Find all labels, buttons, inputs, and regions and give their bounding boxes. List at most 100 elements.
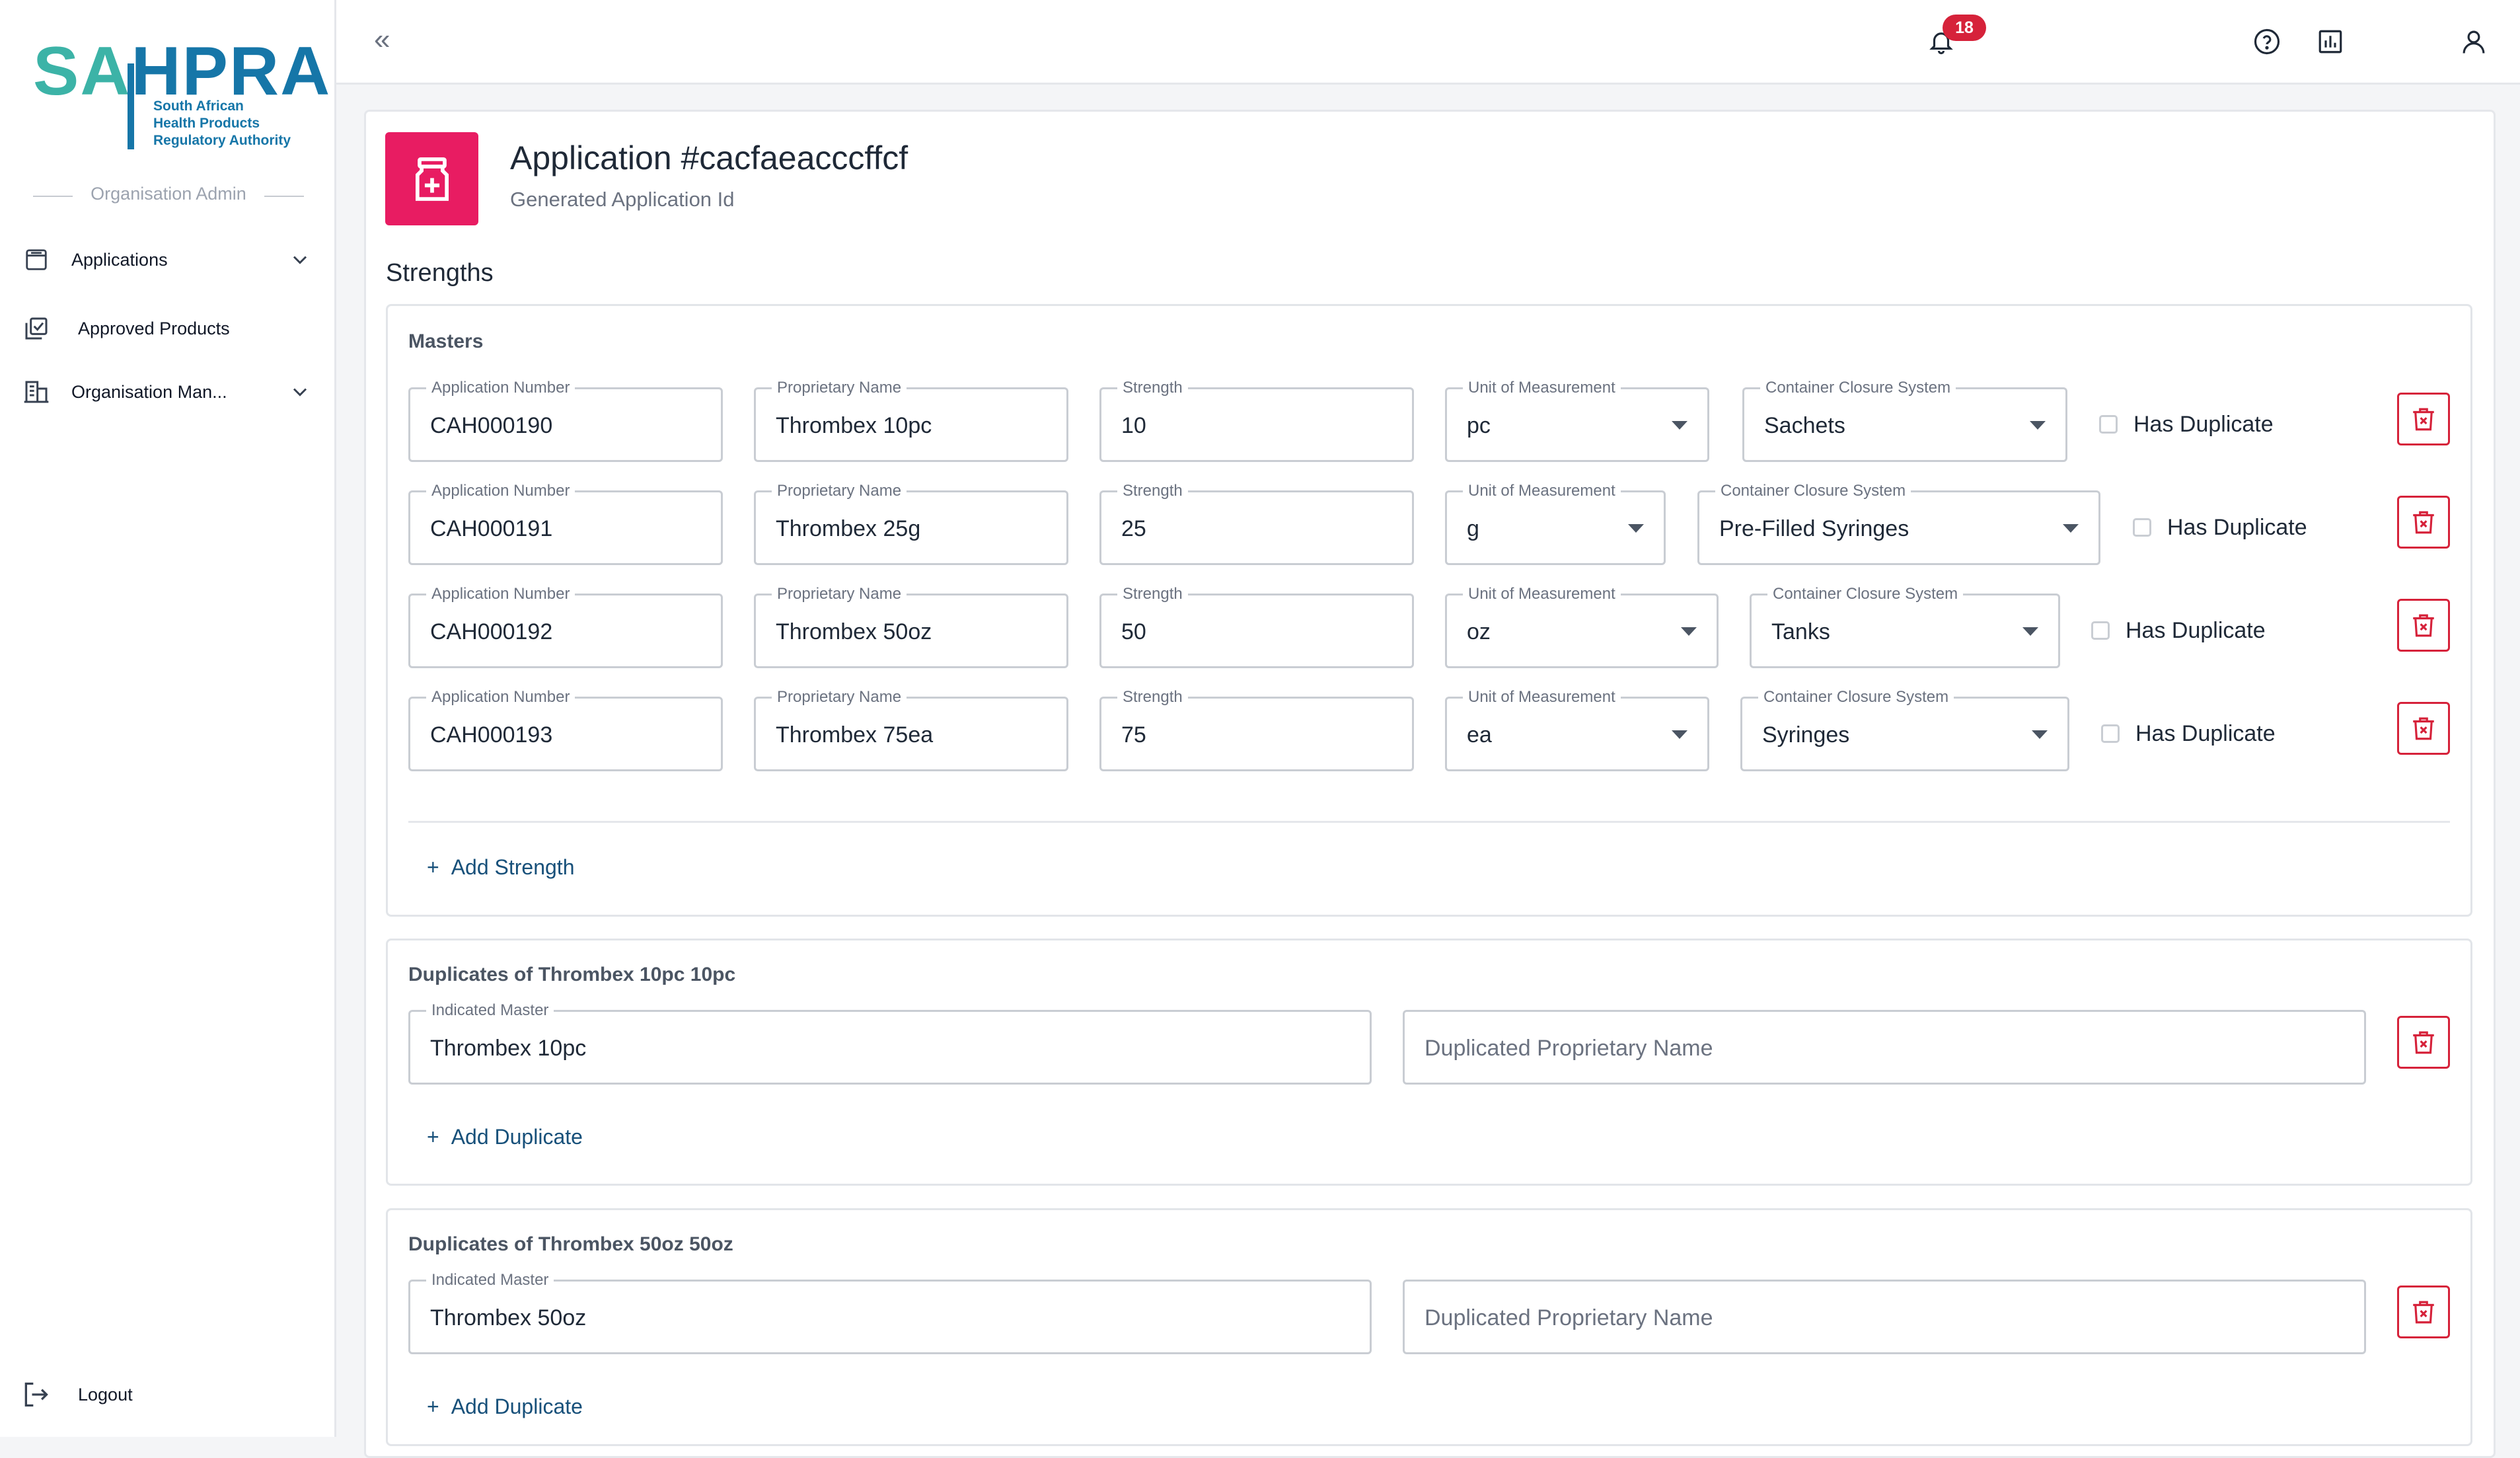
- field-label: Container Closure System: [1767, 584, 1964, 604]
- add-duplicate-button[interactable]: + Add Duplicate: [427, 1395, 583, 1419]
- trash-icon: [2413, 717, 2434, 740]
- dropdown-caret-icon: [1681, 627, 1697, 636]
- add-duplicate-button[interactable]: + Add Duplicate: [427, 1125, 583, 1149]
- app-root: SAHPRA South African Health Products Reg…: [0, 0, 2520, 1458]
- delete-duplicate-button[interactable]: [2397, 1285, 2450, 1338]
- strength-field[interactable]: Strength 10: [1099, 378, 1414, 462]
- chevron-down-icon: [288, 380, 312, 404]
- trash-icon: [2413, 1031, 2434, 1054]
- strength-field[interactable]: Strength 25: [1099, 481, 1414, 565]
- field-value: Thrombex 25g: [776, 516, 921, 541]
- dropdown-caret-icon: [2063, 524, 2079, 533]
- field-value: ea: [1467, 722, 1492, 748]
- container-select[interactable]: Container Closure System Tanks: [1750, 584, 2060, 668]
- strength-field[interactable]: Strength 75: [1099, 687, 1414, 771]
- container-select[interactable]: Container Closure System Sachets: [1742, 378, 2067, 462]
- dropdown-caret-icon: [1672, 730, 1687, 739]
- proprietary-name-field[interactable]: Proprietary Name Thrombex 75ea: [754, 687, 1068, 771]
- delete-row-button[interactable]: [2397, 702, 2450, 755]
- strengths-section-title: Strengths: [386, 259, 494, 287]
- duplicated-name-input[interactable]: Duplicated Proprietary Name: [1403, 1010, 2366, 1085]
- add-strength-label: Add Strength: [451, 855, 575, 879]
- field-label: Indicated Master: [426, 1001, 554, 1020]
- field-label: Proprietary Name: [772, 378, 907, 398]
- sidebar-item-label: Organisation Man...: [71, 381, 227, 402]
- field-value: Thrombex 50oz: [776, 619, 932, 644]
- field-value: Thrombex 10pc: [776, 413, 932, 438]
- field-value: Thrombex 75ea: [776, 722, 934, 748]
- delete-row-button[interactable]: [2397, 496, 2450, 549]
- has-duplicate-checkbox[interactable]: Has Duplicate: [2091, 617, 2266, 644]
- duplicates-title: Duplicates of Thrombex 50oz 50oz: [408, 1233, 733, 1255]
- add-duplicate-label: Add Duplicate: [451, 1125, 583, 1149]
- help-icon[interactable]: [2250, 25, 2283, 58]
- checkbox-box[interactable]: [2091, 621, 2110, 640]
- field-label: Application Number: [426, 481, 575, 501]
- duplicated-name-input[interactable]: Duplicated Proprietary Name: [1403, 1280, 2366, 1354]
- field-label: Application Number: [426, 378, 575, 398]
- unit-select[interactable]: Unit of Measurement pc: [1445, 378, 1709, 462]
- chevron-down-icon: [288, 248, 312, 272]
- sahpra-logo: SAHPRA South African Health Products Reg…: [33, 37, 330, 156]
- checkbox-label: Has Duplicate: [2126, 617, 2266, 643]
- notification-count-badge: 18: [1943, 15, 1986, 41]
- reports-icon[interactable]: [2314, 25, 2347, 58]
- user-icon[interactable]: [2457, 25, 2490, 58]
- field-value: CAH000193: [430, 722, 553, 748]
- sidebar-item-applications[interactable]: Applications: [21, 240, 312, 280]
- has-duplicate-checkbox[interactable]: Has Duplicate: [2099, 411, 2274, 438]
- indicated-master-field[interactable]: Indicated Master Thrombex 10pc: [408, 1001, 1372, 1085]
- field-label: Unit of Measurement: [1463, 481, 1621, 501]
- checkbox-box[interactable]: [2101, 724, 2120, 743]
- unit-select[interactable]: Unit of Measurement ea: [1445, 687, 1709, 771]
- trash-icon: [2413, 1301, 2434, 1324]
- field-label: Container Closure System: [1760, 378, 1956, 398]
- checkbox-label: Has Duplicate: [2133, 411, 2274, 437]
- add-strength-button[interactable]: + Add Strength: [427, 855, 574, 880]
- topbar: « 18: [336, 0, 2520, 85]
- unit-select[interactable]: Unit of Measurement oz: [1445, 584, 1719, 668]
- container-select[interactable]: Container Closure System Syringes: [1740, 687, 2069, 771]
- field-value: oz: [1467, 619, 1491, 644]
- application-number-field[interactable]: Application Number CAH000193: [408, 687, 723, 771]
- indicated-master-field[interactable]: Indicated Master Thrombex 50oz: [408, 1270, 1372, 1354]
- sidebar-item-organisation[interactable]: Organisation Man...: [21, 372, 312, 412]
- collapse-sidebar-button[interactable]: «: [374, 25, 390, 54]
- logo-text-sa: SA: [33, 33, 131, 110]
- plus-icon: +: [427, 1125, 439, 1149]
- application-number-field[interactable]: Application Number CAH000191: [408, 481, 723, 565]
- logo-sub-line: Regulatory Authority: [153, 133, 291, 148]
- proprietary-name-field[interactable]: Proprietary Name Thrombex 10pc: [754, 378, 1068, 462]
- field-label: Application Number: [426, 687, 575, 707]
- checkbox-box[interactable]: [2133, 518, 2151, 537]
- proprietary-name-field[interactable]: Proprietary Name Thrombex 25g: [754, 481, 1068, 565]
- field-value: Thrombex 50oz: [430, 1305, 587, 1330]
- has-duplicate-checkbox[interactable]: Has Duplicate: [2101, 720, 2276, 747]
- approved-products-icon: [21, 313, 52, 344]
- proprietary-name-field[interactable]: Proprietary Name Thrombex 50oz: [754, 584, 1068, 668]
- field-label: Application Number: [426, 584, 575, 604]
- sidebar-item-approved-products[interactable]: Approved Products: [21, 309, 312, 348]
- logo-subtitle: South African Health Products Regulatory…: [153, 98, 291, 149]
- logout-button[interactable]: Logout: [21, 1375, 133, 1414]
- has-duplicate-checkbox[interactable]: Has Duplicate: [2133, 514, 2307, 541]
- strength-field[interactable]: Strength 50: [1099, 584, 1414, 668]
- plus-icon: +: [427, 855, 439, 879]
- field-label: Container Closure System: [1715, 481, 1911, 501]
- delete-duplicate-button[interactable]: [2397, 1016, 2450, 1069]
- delete-row-button[interactable]: [2397, 599, 2450, 652]
- application-subtitle: Generated Application Id: [510, 188, 735, 211]
- dropdown-caret-icon: [2022, 627, 2038, 636]
- field-placeholder: Duplicated Proprietary Name: [1425, 1305, 1713, 1330]
- delete-row-button[interactable]: [2397, 393, 2450, 445]
- checkbox-box[interactable]: [2099, 415, 2118, 434]
- field-value: pc: [1467, 413, 1491, 438]
- organisation-icon: [21, 377, 52, 407]
- unit-select[interactable]: Unit of Measurement g: [1445, 481, 1666, 565]
- application-number-field[interactable]: Application Number CAH000192: [408, 584, 723, 668]
- field-label: Indicated Master: [426, 1270, 554, 1290]
- application-number-field[interactable]: Application Number CAH000190: [408, 378, 723, 462]
- trash-icon: [2413, 408, 2434, 431]
- container-select[interactable]: Container Closure System Pre-Filled Syrin…: [1697, 481, 2100, 565]
- logo-sub-line: Health Products: [153, 116, 260, 131]
